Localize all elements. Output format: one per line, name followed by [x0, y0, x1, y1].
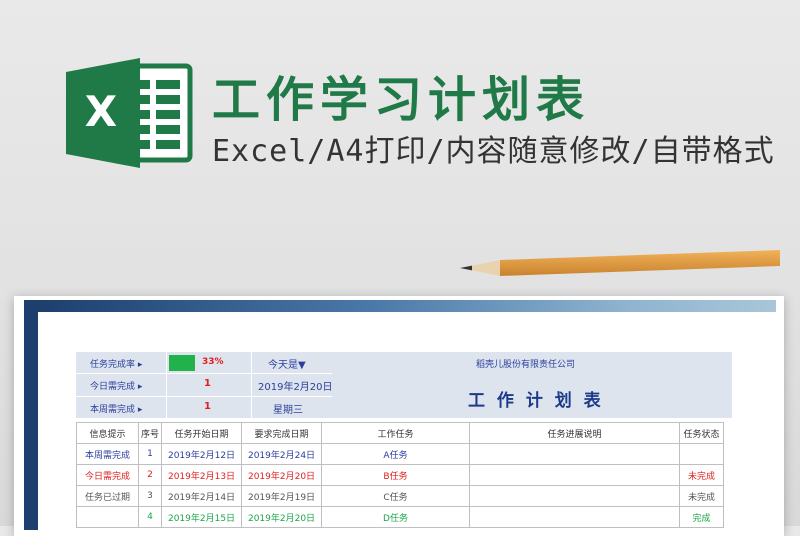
cell-task: C任务 [321, 485, 471, 507]
table-row: 4 2019年2月15日 2019年2月20日 D任务 完成 [76, 506, 725, 528]
cell-note [469, 485, 681, 507]
cell-tip: 任务已过期 [76, 485, 139, 507]
col-header: 要求完成日期 [241, 422, 323, 444]
col-header: 序号 [137, 422, 163, 444]
cell-start: 2019年2月14日 [161, 485, 243, 507]
cell-no: 1 [137, 443, 163, 465]
col-header: 信息提示 [76, 422, 139, 444]
today-due-label: 今日需完成 ▸ [90, 382, 143, 392]
rate-label: 任务完成率 ▸ [90, 360, 143, 370]
cell-no: 2 [137, 464, 163, 486]
cell-start: 2019年2月15日 [161, 506, 243, 528]
cell-task: B任务 [321, 464, 471, 486]
cell-note [469, 506, 681, 528]
col-header: 任务开始日期 [161, 422, 243, 444]
today-due-value: 1 [204, 378, 211, 389]
cell-no: 4 [137, 506, 163, 528]
cell-tip [76, 506, 139, 528]
sheet-title: 工 作 计 划 表 [468, 391, 604, 411]
cell-due: 2019年2月19日 [241, 485, 323, 507]
week-due-value: 1 [204, 401, 211, 412]
col-header: 任务状态 [679, 422, 725, 444]
cell-due: 2019年2月20日 [241, 464, 323, 486]
table-header-row: 信息提示 序号 任务开始日期 要求完成日期 工作任务 任务进展说明 任务状态 [76, 422, 725, 444]
week-due-label: 本周需完成 ▸ [90, 405, 143, 415]
logo-letter: X [85, 87, 117, 136]
page-subtitle: Excel/A4打印/内容随意修改/自带格式 [212, 134, 775, 169]
cell-start: 2019年2月13日 [161, 464, 243, 486]
weekday: 星期三 [273, 405, 303, 416]
rate-value: 33% [202, 357, 224, 367]
table-row: 任务已过期 3 2019年2月14日 2019年2月19日 C任务 未完成 [76, 485, 725, 507]
cell-tip: 今日需完成 [76, 464, 139, 486]
cell-status: 未完成 [679, 485, 725, 507]
cell-tip: 本周需完成 [76, 443, 139, 465]
company-name: 稻壳儿股份有限责任公司 [476, 360, 576, 370]
cell-note [469, 464, 681, 486]
task-table: 信息提示 序号 任务开始日期 要求完成日期 工作任务 任务进展说明 任务状态 本… [76, 422, 725, 528]
table-row: 今日需完成 2 2019年2月13日 2019年2月20日 B任务 未完成 [76, 464, 725, 486]
cell-status: 未完成 [679, 464, 725, 486]
cell-due: 2019年2月20日 [241, 506, 323, 528]
cell-task: D任务 [321, 506, 471, 528]
cell-note [469, 443, 681, 465]
today-date: 2019年2月20日 [258, 382, 333, 393]
page-title: 工作学习计划表 [212, 72, 591, 128]
cell-due: 2019年2月24日 [241, 443, 323, 465]
info-panel: 任务完成率 ▸ 33% 今天是▼ 今日需完成 ▸ 1 2019年2月20日 本周… [76, 352, 732, 418]
pencil-icon [460, 250, 780, 276]
excel-logo-icon: X [66, 58, 193, 168]
col-header: 工作任务 [321, 422, 471, 444]
col-header: 任务进展说明 [469, 422, 681, 444]
cell-no: 3 [137, 485, 163, 507]
spreadsheet-preview: 任务完成率 ▸ 33% 今天是▼ 今日需完成 ▸ 1 2019年2月20日 本周… [24, 300, 776, 530]
today-label: 今天是▼ [268, 360, 306, 371]
cell-status [679, 443, 725, 465]
cell-status: 完成 [679, 506, 725, 528]
table-row: 本周需完成 1 2019年2月12日 2019年2月24日 A任务 [76, 443, 725, 465]
cell-task: A任务 [321, 443, 471, 465]
cell-start: 2019年2月12日 [161, 443, 243, 465]
